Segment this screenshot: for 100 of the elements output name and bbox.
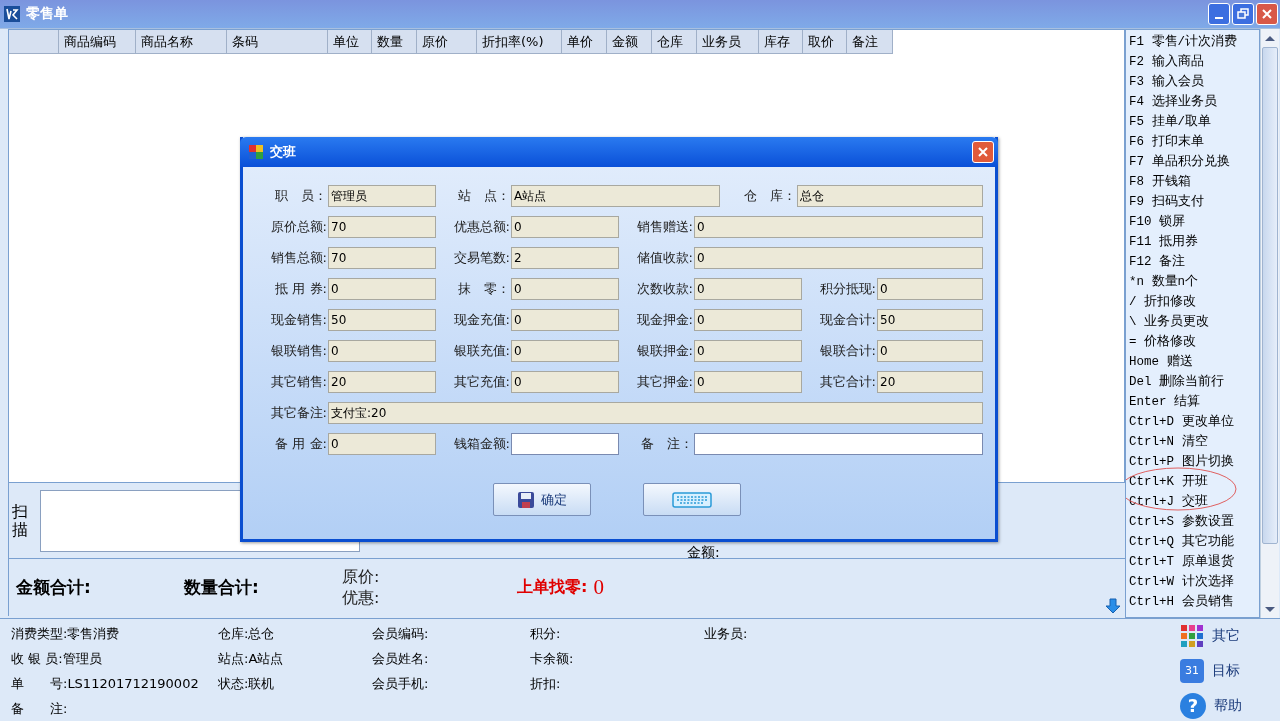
readonly-field: 0 xyxy=(877,339,983,362)
field-label: 原价总额: xyxy=(269,217,328,236)
shortcut-item[interactable]: F8 开钱箱 xyxy=(1129,172,1259,192)
shortcut-item[interactable]: \ 业务员更改 xyxy=(1129,312,1259,332)
field-label: 备 注： xyxy=(640,434,694,453)
quantity-total-label: 数量合计: xyxy=(184,576,260,599)
column-header[interactable]: 商品编码 xyxy=(59,30,136,54)
last-change-label: 上单找零: xyxy=(517,577,588,598)
keyboard-icon xyxy=(671,491,712,508)
column-header[interactable]: 条码 xyxy=(227,30,328,54)
restore-button[interactable] xyxy=(1232,3,1254,25)
side-button[interactable]: ? 帮助 xyxy=(1180,691,1280,721)
readonly-field: 总仓 xyxy=(797,184,983,207)
readonly-field: A站点 xyxy=(511,184,720,207)
shortcut-item[interactable]: Ctrl+Q 其它功能 xyxy=(1129,532,1259,552)
shortcut-item[interactable]: Ctrl+K 开班 xyxy=(1129,472,1259,492)
info-field: 收 银 员:管理员 xyxy=(11,649,218,668)
confirm-button[interactable]: 确定 xyxy=(492,483,591,516)
dialog-close-button[interactable] xyxy=(972,141,994,163)
close-icon xyxy=(1261,8,1273,20)
close-button[interactable] xyxy=(1256,3,1278,25)
readonly-field: 50 xyxy=(877,308,983,331)
shortcut-item[interactable]: Ctrl+J 交班 xyxy=(1129,492,1259,512)
column-header[interactable]: 取价 xyxy=(803,30,847,54)
shortcut-item[interactable]: Home 赠送 xyxy=(1129,352,1259,372)
shortcut-item[interactable]: F9 扫码支付 xyxy=(1129,192,1259,212)
input-field[interactable] xyxy=(511,432,619,455)
column-header[interactable]: 原价 xyxy=(417,30,477,54)
readonly-field: 0 xyxy=(877,277,983,300)
info-field: 折扣: xyxy=(530,674,704,693)
readonly-field: 管理员 xyxy=(328,184,436,207)
info-field: 仓库:总仓 xyxy=(218,624,372,643)
shortcut-item[interactable]: F1 零售/计次消费 xyxy=(1129,32,1259,52)
readonly-field: 50 xyxy=(328,308,436,331)
field-label: 销售赠送: xyxy=(635,217,694,236)
shortcut-item[interactable]: Ctrl+N 清空 xyxy=(1129,432,1259,452)
shortcut-item[interactable]: F10 锁屏 xyxy=(1129,212,1259,232)
info-field: 业务员: xyxy=(704,624,748,643)
shortcut-item[interactable]: Ctrl+T 原单退货 xyxy=(1129,552,1259,572)
shortcut-item[interactable]: Ctrl+P 图片切换 xyxy=(1129,452,1259,472)
shortcut-item[interactable]: Ctrl+H 会员销售 xyxy=(1129,592,1259,612)
readonly-field: 0 xyxy=(694,308,802,331)
amount-total-label: 金额合计: xyxy=(16,576,92,599)
close-icon xyxy=(977,146,989,158)
input-field[interactable] xyxy=(694,432,983,455)
field-label: 储值收款: xyxy=(635,248,694,267)
side-button[interactable]: 其它 xyxy=(1180,621,1280,651)
shortcut-item[interactable]: F6 打印末单 xyxy=(1129,132,1259,152)
column-header[interactable]: 商品名称 xyxy=(136,30,227,54)
shortcut-item[interactable]: *n 数量n个 xyxy=(1129,272,1259,292)
field-label: 银联充值: xyxy=(452,341,511,360)
shortcut-item[interactable]: F7 单品积分兑换 xyxy=(1129,152,1259,172)
scroll-up-icon[interactable] xyxy=(1263,33,1277,43)
shortcut-item[interactable]: Del 删除当前行 xyxy=(1129,372,1259,392)
info-field: 卡余额: xyxy=(530,649,704,668)
keyboard-button[interactable] xyxy=(642,483,741,516)
column-header[interactable]: 数量 xyxy=(372,30,417,54)
shortcut-item[interactable]: F4 选择业务员 xyxy=(1129,92,1259,112)
side-button[interactable]: 31 目标 xyxy=(1180,656,1280,686)
readonly-field: 0 xyxy=(328,277,436,300)
field-label: 抵 用 券: xyxy=(274,279,328,298)
field-label: 现金合计: xyxy=(818,310,877,329)
field-label: 其它销售: xyxy=(269,372,328,391)
field-label: 其它充值: xyxy=(452,372,511,391)
shortcut-item[interactable]: Ctrl+W 计次选择 xyxy=(1129,572,1259,592)
scan-label: 扫描 xyxy=(12,502,29,539)
shortcut-item[interactable]: F5 挂单/取单 xyxy=(1129,112,1259,132)
shortcut-item[interactable]: Enter 结算 xyxy=(1129,392,1259,412)
restore-icon xyxy=(1237,8,1249,20)
column-header[interactable]: 单位 xyxy=(328,30,372,54)
down-arrow-icon[interactable] xyxy=(1105,598,1121,614)
readonly-field: 0 xyxy=(511,308,619,331)
shortcut-item[interactable]: = 价格修改 xyxy=(1129,332,1259,352)
column-header[interactable]: 库存 xyxy=(759,30,803,54)
column-header[interactable]: 单价 xyxy=(562,30,607,54)
info-field: 积分: xyxy=(530,624,704,643)
shortcut-item[interactable]: F2 输入商品 xyxy=(1129,52,1259,72)
readonly-field: 0 xyxy=(328,432,436,455)
column-header[interactable]: 折扣率(%) xyxy=(477,30,562,54)
shortcut-item[interactable]: F12 备注 xyxy=(1129,252,1259,272)
column-header[interactable]: 仓库 xyxy=(652,30,697,54)
shortcut-item[interactable]: F3 输入会员 xyxy=(1129,72,1259,92)
readonly-field: 0 xyxy=(511,370,619,393)
calendar-icon: 31 xyxy=(1180,659,1204,683)
scrollbar[interactable] xyxy=(1260,29,1279,618)
shortcut-item[interactable]: / 折扣修改 xyxy=(1129,292,1259,312)
scroll-down-icon[interactable] xyxy=(1263,604,1277,614)
shortcut-item[interactable]: Ctrl+D 更改单位 xyxy=(1129,412,1259,432)
readonly-field: 70 xyxy=(328,215,436,238)
column-header[interactable]: 金额 xyxy=(607,30,652,54)
shortcut-item[interactable]: F11 抵用券 xyxy=(1129,232,1259,252)
field-label: 银联合计: xyxy=(818,341,877,360)
dialog-icon xyxy=(248,144,264,160)
field-label: 站 点： xyxy=(457,186,511,205)
readonly-field: 0 xyxy=(328,339,436,362)
shortcut-item[interactable]: Ctrl+S 参数设置 xyxy=(1129,512,1259,532)
column-header[interactable]: 业务员 xyxy=(697,30,759,54)
minimize-button[interactable] xyxy=(1208,3,1230,25)
readonly-field: 0 xyxy=(511,215,619,238)
column-header[interactable]: 备注 xyxy=(847,30,893,54)
